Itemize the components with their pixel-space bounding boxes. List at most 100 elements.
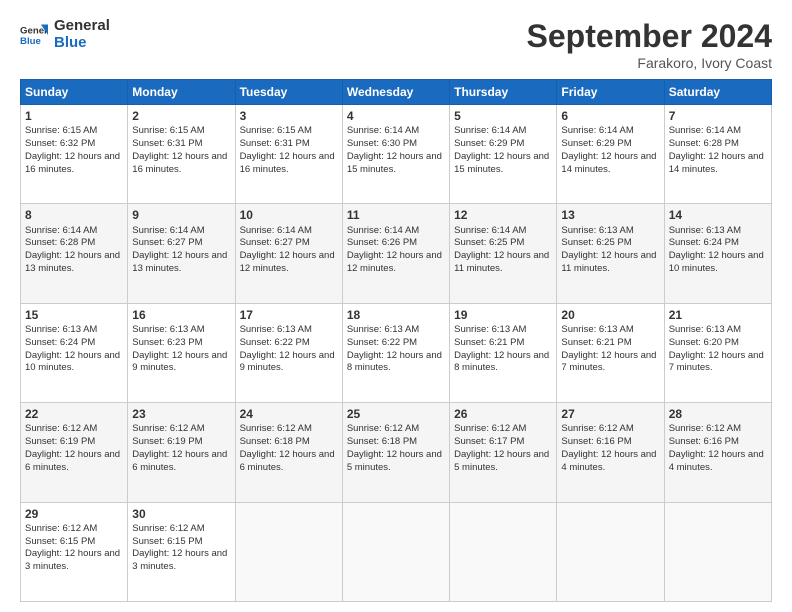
svg-text:Blue: Blue	[20, 35, 41, 46]
sunrise-label: Sunrise: 6:14 AM	[454, 125, 526, 136]
sunset-label: Sunset: 6:23 PM	[132, 337, 202, 348]
sunrise-label: Sunrise: 6:15 AM	[25, 125, 97, 136]
table-row: 23 Sunrise: 6:12 AM Sunset: 6:19 PM Dayl…	[128, 403, 235, 502]
calendar-table: Sunday Monday Tuesday Wednesday Thursday…	[20, 79, 772, 602]
sunrise-label: Sunrise: 6:13 AM	[25, 324, 97, 335]
sunrise-label: Sunrise: 6:13 AM	[132, 324, 204, 335]
day-number: 1	[25, 108, 123, 124]
table-row: 9 Sunrise: 6:14 AM Sunset: 6:27 PM Dayli…	[128, 204, 235, 303]
daylight-label: Daylight: 12 hours and 14 minutes.	[561, 151, 656, 175]
month-title: September 2024	[527, 18, 772, 55]
day-number: 20	[561, 307, 659, 323]
daylight-label: Daylight: 12 hours and 9 minutes.	[240, 350, 335, 374]
day-number: 5	[454, 108, 552, 124]
day-number: 24	[240, 406, 338, 422]
sunrise-label: Sunrise: 6:15 AM	[240, 125, 312, 136]
day-number: 12	[454, 207, 552, 223]
sunset-label: Sunset: 6:19 PM	[132, 436, 202, 447]
sunset-label: Sunset: 6:18 PM	[347, 436, 417, 447]
table-row: 28 Sunrise: 6:12 AM Sunset: 6:16 PM Dayl…	[664, 403, 771, 502]
daylight-label: Daylight: 12 hours and 4 minutes.	[561, 449, 656, 473]
sunrise-label: Sunrise: 6:12 AM	[454, 423, 526, 434]
day-number: 2	[132, 108, 230, 124]
table-row: 27 Sunrise: 6:12 AM Sunset: 6:16 PM Dayl…	[557, 403, 664, 502]
day-number: 17	[240, 307, 338, 323]
sunset-label: Sunset: 6:19 PM	[25, 436, 95, 447]
sunrise-label: Sunrise: 6:14 AM	[669, 125, 741, 136]
sunset-label: Sunset: 6:24 PM	[25, 337, 95, 348]
sunrise-label: Sunrise: 6:14 AM	[240, 225, 312, 236]
day-number: 26	[454, 406, 552, 422]
table-row: 12 Sunrise: 6:14 AM Sunset: 6:25 PM Dayl…	[450, 204, 557, 303]
sunrise-label: Sunrise: 6:14 AM	[347, 125, 419, 136]
sunset-label: Sunset: 6:32 PM	[25, 138, 95, 149]
daylight-label: Daylight: 12 hours and 5 minutes.	[454, 449, 549, 473]
table-row: 24 Sunrise: 6:12 AM Sunset: 6:18 PM Dayl…	[235, 403, 342, 502]
table-row	[664, 502, 771, 601]
day-number: 29	[25, 506, 123, 522]
daylight-label: Daylight: 12 hours and 10 minutes.	[25, 350, 120, 374]
table-row	[557, 502, 664, 601]
sunset-label: Sunset: 6:21 PM	[454, 337, 524, 348]
sunrise-label: Sunrise: 6:14 AM	[347, 225, 419, 236]
sunset-label: Sunset: 6:30 PM	[347, 138, 417, 149]
sunset-label: Sunset: 6:27 PM	[240, 237, 310, 248]
day-number: 6	[561, 108, 659, 124]
day-number: 21	[669, 307, 767, 323]
header: General Blue General Blue September 2024…	[20, 18, 772, 71]
sunset-label: Sunset: 6:15 PM	[25, 536, 95, 547]
daylight-label: Daylight: 12 hours and 3 minutes.	[132, 548, 227, 572]
sunrise-label: Sunrise: 6:14 AM	[132, 225, 204, 236]
sunset-label: Sunset: 6:29 PM	[561, 138, 631, 149]
col-tuesday: Tuesday	[235, 80, 342, 105]
sunrise-label: Sunrise: 6:12 AM	[25, 423, 97, 434]
sunset-label: Sunset: 6:22 PM	[240, 337, 310, 348]
table-row: 19 Sunrise: 6:13 AM Sunset: 6:21 PM Dayl…	[450, 303, 557, 402]
sunrise-label: Sunrise: 6:12 AM	[240, 423, 312, 434]
sunset-label: Sunset: 6:26 PM	[347, 237, 417, 248]
sunrise-label: Sunrise: 6:13 AM	[347, 324, 419, 335]
sunrise-label: Sunrise: 6:12 AM	[132, 423, 204, 434]
day-number: 15	[25, 307, 123, 323]
col-monday: Monday	[128, 80, 235, 105]
table-row: 26 Sunrise: 6:12 AM Sunset: 6:17 PM Dayl…	[450, 403, 557, 502]
sunset-label: Sunset: 6:20 PM	[669, 337, 739, 348]
sunrise-label: Sunrise: 6:14 AM	[25, 225, 97, 236]
table-row	[235, 502, 342, 601]
sunrise-label: Sunrise: 6:13 AM	[561, 324, 633, 335]
table-row: 7 Sunrise: 6:14 AM Sunset: 6:28 PM Dayli…	[664, 105, 771, 204]
daylight-label: Daylight: 12 hours and 16 minutes.	[132, 151, 227, 175]
table-row: 15 Sunrise: 6:13 AM Sunset: 6:24 PM Dayl…	[21, 303, 128, 402]
sunset-label: Sunset: 6:27 PM	[132, 237, 202, 248]
day-number: 8	[25, 207, 123, 223]
sunset-label: Sunset: 6:16 PM	[669, 436, 739, 447]
day-number: 19	[454, 307, 552, 323]
table-row: 17 Sunrise: 6:13 AM Sunset: 6:22 PM Dayl…	[235, 303, 342, 402]
day-number: 10	[240, 207, 338, 223]
logo: General Blue General Blue	[20, 18, 110, 51]
sunset-label: Sunset: 6:31 PM	[132, 138, 202, 149]
daylight-label: Daylight: 12 hours and 6 minutes.	[240, 449, 335, 473]
daylight-label: Daylight: 12 hours and 10 minutes.	[669, 250, 764, 274]
day-number: 22	[25, 406, 123, 422]
sunset-label: Sunset: 6:18 PM	[240, 436, 310, 447]
day-number: 23	[132, 406, 230, 422]
sunset-label: Sunset: 6:28 PM	[25, 237, 95, 248]
location: Farakoro, Ivory Coast	[527, 55, 772, 71]
day-number: 18	[347, 307, 445, 323]
table-row: 3 Sunrise: 6:15 AM Sunset: 6:31 PM Dayli…	[235, 105, 342, 204]
table-row: 4 Sunrise: 6:14 AM Sunset: 6:30 PM Dayli…	[342, 105, 449, 204]
col-wednesday: Wednesday	[342, 80, 449, 105]
table-row	[450, 502, 557, 601]
col-thursday: Thursday	[450, 80, 557, 105]
day-number: 30	[132, 506, 230, 522]
table-row: 8 Sunrise: 6:14 AM Sunset: 6:28 PM Dayli…	[21, 204, 128, 303]
daylight-label: Daylight: 12 hours and 7 minutes.	[561, 350, 656, 374]
sunset-label: Sunset: 6:29 PM	[454, 138, 524, 149]
table-row: 21 Sunrise: 6:13 AM Sunset: 6:20 PM Dayl…	[664, 303, 771, 402]
table-row: 30 Sunrise: 6:12 AM Sunset: 6:15 PM Dayl…	[128, 502, 235, 601]
sunset-label: Sunset: 6:17 PM	[454, 436, 524, 447]
daylight-label: Daylight: 12 hours and 5 minutes.	[347, 449, 442, 473]
sunrise-label: Sunrise: 6:12 AM	[561, 423, 633, 434]
day-number: 16	[132, 307, 230, 323]
